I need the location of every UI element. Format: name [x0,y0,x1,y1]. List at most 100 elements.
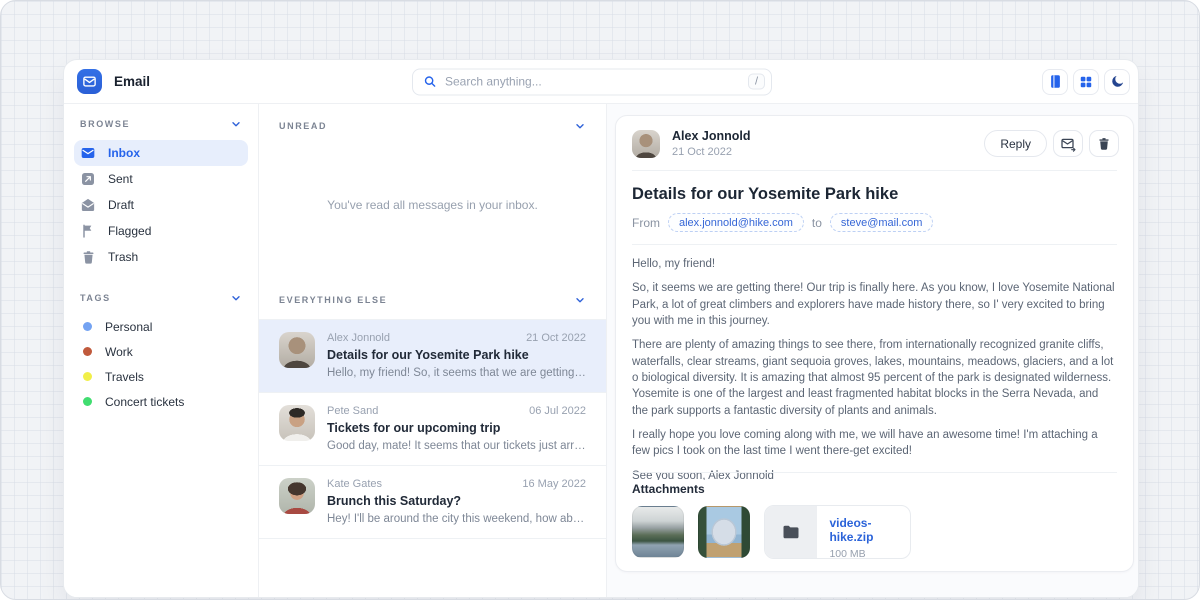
sidebar-item-inbox[interactable]: Inbox [74,140,248,166]
email-sender: Pete Sand [327,405,378,417]
reading-pane: Alex Jonnold 21 Oct 2022 Reply [607,104,1138,597]
tag-item-travels[interactable]: Travels [74,364,248,389]
forward-button[interactable] [1053,130,1083,157]
sidebar-item-label: Draft [108,198,134,212]
avatar [279,332,315,368]
chevron-down-icon[interactable] [230,118,242,130]
divider [632,244,1117,245]
reply-button[interactable]: Reply [984,130,1047,157]
inbox-icon [80,145,96,161]
unread-empty-message: You've read all messages in your inbox. [259,132,606,278]
tag-item-work[interactable]: Work [74,339,248,364]
sidebar-item-label: Inbox [108,146,140,160]
email-preview: Good day, mate! It seems that our ticket… [327,440,586,452]
file-info: videos-hike.zip 100 MB [817,506,910,558]
search-icon [423,75,437,89]
from-email-pill[interactable]: alex.jonnold@hike.com [668,213,804,232]
chevron-down-icon[interactable] [574,120,586,132]
email-logo-icon [77,69,102,94]
search-shortcut-key: / [748,74,765,90]
tag-label: Travels [105,370,144,384]
email-detail-card: Alex Jonnold 21 Oct 2022 Reply [615,115,1134,572]
flag-icon [80,223,96,239]
email-list-item[interactable]: Alex Jonnold 21 Oct 2022 Details for our… [259,319,606,392]
avatar [279,405,315,441]
trash-icon [1097,137,1111,151]
topbar-actions [1042,69,1130,95]
from-label: From [632,216,660,230]
tags-section-header: TAGS [74,292,248,304]
sidebar-item-draft[interactable]: Draft [74,192,248,218]
browse-label: BROWSE [80,119,130,129]
photo-halfdome-thumbnail[interactable] [698,506,750,558]
apps-grid-button[interactable] [1073,69,1099,95]
sidebar-item-trash[interactable]: Trash [74,244,248,270]
email-sender: Alex Jonnold [327,332,390,344]
email-list-item[interactable]: Pete Sand 06 Jul 2022 Tickets for our up… [259,392,606,465]
email-sender: Kate Gates [327,478,382,490]
file-name-link[interactable]: videos-hike.zip [829,516,910,544]
dark-mode-button[interactable] [1104,69,1130,95]
zip-attachment-card[interactable]: videos-hike.zip 100 MB [764,505,911,559]
detail-date: 21 Oct 2022 [672,146,750,158]
tag-label: Concert tickets [105,395,184,409]
search-input[interactable] [445,75,740,89]
email-app-window: Email / [63,59,1139,598]
moon-icon [1110,74,1125,89]
detail-subject: Details for our Yosemite Park hike [632,185,1117,204]
tag-item-concert-tickets[interactable]: Concert tickets [74,389,248,414]
detail-header: Alex Jonnold 21 Oct 2022 Reply [616,116,1133,158]
book-icon [1048,74,1063,89]
tag-color-dot [83,347,92,356]
sidebar-item-label: Trash [108,250,138,264]
email-subject: Tickets for our upcoming trip [327,421,586,435]
draft-icon [80,197,96,213]
trash-icon [80,249,96,265]
mail-forward-icon [1060,136,1076,152]
tag-color-dot [83,322,92,331]
folder-icon [765,506,817,558]
book-button[interactable] [1042,69,1068,95]
search-bar[interactable]: / [412,68,772,95]
browse-section-header: BROWSE [74,118,248,130]
body-paragraph: Hello, my friend! [632,256,1117,272]
app-content: BROWSE Inbox Sent [64,104,1138,597]
body-paragraph: I really hope you love coming along with… [632,427,1117,460]
chevron-down-icon[interactable] [574,294,586,306]
email-meta: Pete Sand 06 Jul 2022 Tickets for our up… [327,405,586,452]
sidebar-item-flagged[interactable]: Flagged [74,218,248,244]
attachments-label: Attachments [632,482,1117,496]
email-date: 06 Jul 2022 [529,405,586,417]
app-title: Email [114,74,150,89]
divider [632,170,1117,171]
delete-button[interactable] [1089,130,1119,157]
email-body: Hello, my friend! So, it seems we are ge… [632,256,1117,480]
mail-list-panel: UNREAD You've read all messages in your … [259,104,607,597]
app-brand: Email [64,69,150,94]
tag-label: Personal [105,320,152,334]
to-label: to [812,216,822,230]
sidebar-item-sent[interactable]: Sent [74,166,248,192]
email-list-item[interactable]: Kate Gates 16 May 2022 Brunch this Satur… [259,465,606,539]
sidebar: BROWSE Inbox Sent [64,104,259,597]
body-paragraph: There are plenty of amazing things to se… [632,337,1117,419]
email-preview: Hello, my friend! So, it seems that we a… [327,367,586,379]
tags-label: TAGS [80,293,111,303]
email-date: 16 May 2022 [522,478,586,490]
tag-color-dot [83,372,92,381]
chevron-down-icon[interactable] [230,292,242,304]
tag-item-personal[interactable]: Personal [74,314,248,339]
email-subject: Details for our Yosemite Park hike [327,348,586,362]
everything-else-label: EVERYTHING ELSE [279,295,387,305]
attachments-section: Attachments videos-hike.zip 100 MB [632,472,1117,559]
tag-color-dot [83,397,92,406]
file-size: 100 MB [829,548,910,559]
email-meta: Kate Gates 16 May 2022 Brunch this Satur… [327,478,586,525]
to-email-pill[interactable]: steve@mail.com [830,213,933,232]
avatar [279,478,315,514]
detail-actions: Reply [984,130,1119,157]
sidebar-item-label: Sent [108,172,133,186]
apps-grid-icon [1079,75,1093,89]
everything-else-section-header: EVERYTHING ELSE [259,278,606,319]
photo-valley-thumbnail[interactable] [632,506,684,558]
